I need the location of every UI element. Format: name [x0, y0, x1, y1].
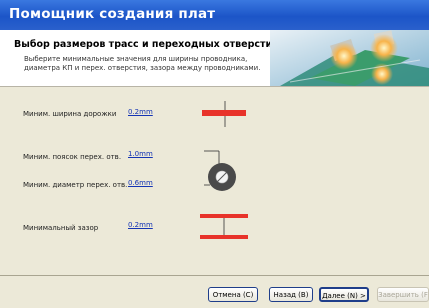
min-via-diameter-value[interactable]: 0.6mm: [128, 179, 153, 187]
wizard-header: Выбор размеров трасс и переходных отверс…: [0, 30, 429, 87]
window-title: Помощник создания плат: [9, 6, 216, 22]
finish-button[interactable]: Завершить (F: [377, 287, 429, 302]
wizard-window: Помощник создания плат Выбор размеров тр…: [0, 0, 429, 308]
min-via-diameter-label: Миним. диаметр перех. отв.: [23, 181, 128, 189]
pcb-banner-image: [270, 30, 429, 86]
via-diagram: [204, 150, 236, 191]
footer-separator: [0, 275, 429, 276]
back-button[interactable]: Назад (B): [269, 287, 313, 302]
min-trace-width-label: Миним. ширина дорожки: [23, 110, 117, 118]
page-subtitle: Выберите минимальные значения для ширины…: [24, 55, 261, 72]
dimension-diagram: [200, 101, 248, 239]
min-via-ring-label: Миним. поясок перех. отв.: [23, 153, 122, 161]
cancel-button[interactable]: Отмена (C): [208, 287, 258, 302]
page-title: Выбор размеров трасс и переходных отверс…: [14, 39, 279, 50]
min-clearance-value[interactable]: 0.2mm: [128, 221, 153, 229]
min-clearance-label: Минимальный зазор: [23, 224, 99, 232]
clearance-diagram: [200, 214, 248, 239]
min-via-ring-value[interactable]: 1.0mm: [128, 150, 153, 158]
trace-width-diagram: [202, 101, 246, 127]
title-bar[interactable]: Помощник создания плат: [0, 0, 429, 30]
min-trace-width-value[interactable]: 0.2mm: [128, 108, 153, 116]
next-button[interactable]: Далее (N) >: [319, 287, 369, 302]
